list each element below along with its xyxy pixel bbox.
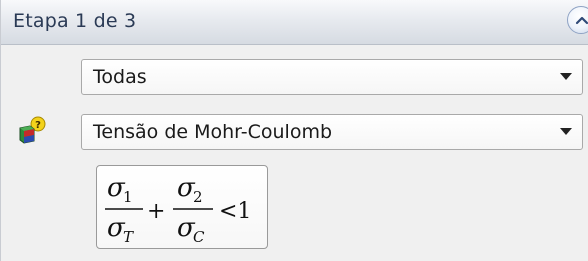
failure-criterion-icon: ? (19, 116, 46, 144)
criterion-select-value: Tensão de Mohr-Coulomb (93, 121, 333, 143)
panel-header[interactable]: Etapa 1 de 3 (1, 0, 588, 45)
scope-select-value: Todas (93, 66, 147, 88)
formula-denominator-2-sub: C (193, 228, 205, 246)
formula-plus: + (147, 199, 165, 224)
formula-comparison: <1 (219, 199, 251, 224)
formula-graphic: σ 1 σ T + σ 2 σ C <1 (105, 173, 251, 246)
svg-text:?: ? (35, 120, 41, 131)
formula-numerator-2-sub: 2 (193, 188, 203, 206)
chevron-down-icon (560, 73, 572, 80)
formula-display: σ 1 σ T + σ 2 σ C <1 (96, 165, 268, 249)
panel-title: Etapa 1 de 3 (13, 10, 137, 32)
collapse-button[interactable] (567, 6, 588, 34)
formula-numerator-1-sub: 1 (123, 188, 133, 206)
stage-panel: Etapa 1 de 3 Todas ? Tensão de Mohr-Coul… (0, 0, 588, 261)
criterion-select[interactable]: Tensão de Mohr-Coulomb (81, 114, 583, 150)
scope-select[interactable]: Todas (81, 59, 583, 95)
formula-denominator-1-sub: T (123, 228, 134, 246)
chevron-down-icon (560, 128, 572, 135)
chevron-up-icon (575, 16, 588, 25)
